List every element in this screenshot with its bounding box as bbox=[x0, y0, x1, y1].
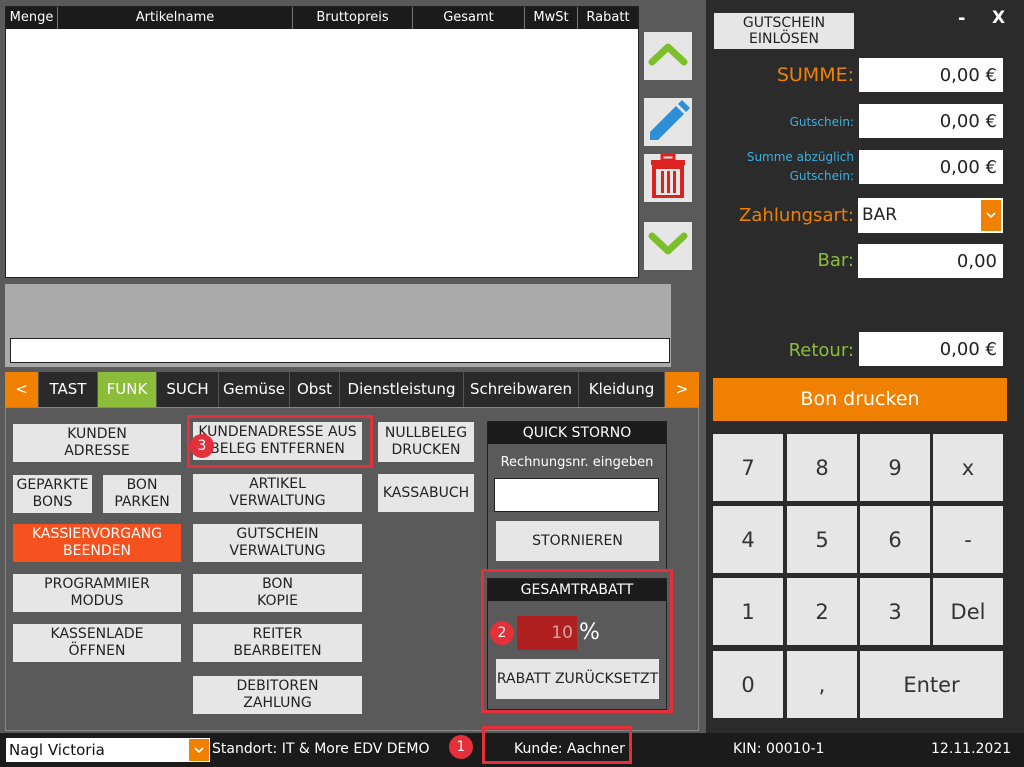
numpad-7[interactable]: 7 bbox=[713, 434, 783, 501]
badge-3: 3 bbox=[190, 434, 214, 458]
col-artikelname[interactable]: Artikelname bbox=[58, 7, 293, 29]
table-header: Menge Artikelname Bruttopreis Gesamt MwS… bbox=[6, 7, 638, 29]
category-tabbar: < TAST FUNK SUCH Gemüse Obst Dienstleist… bbox=[5, 372, 699, 407]
bon-drucken-button[interactable]: Bon drucken bbox=[713, 378, 1007, 421]
artikel-verwaltung-button[interactable]: ARTIKEL VERWALTUNG bbox=[193, 474, 362, 512]
close-button[interactable]: X bbox=[992, 8, 1005, 28]
gesamtrabatt-title: GESAMTRABATT bbox=[488, 579, 666, 601]
retour-value: 0,00 € bbox=[859, 332, 1003, 366]
tab-prev-button[interactable]: < bbox=[5, 372, 39, 407]
numpad-8[interactable]: 8 bbox=[787, 434, 857, 501]
geparkte-bons-button[interactable]: GEPARKTE BONS bbox=[13, 475, 92, 513]
kundenadresse-entfernen-button[interactable]: KUNDENADRESSE AUS BELEG ENTFERNEN bbox=[193, 422, 362, 460]
trash-icon bbox=[648, 153, 688, 202]
numpad-5[interactable]: 5 bbox=[787, 506, 857, 573]
rabatt-zuruecksetzen-button[interactable]: RABATT ZURÜCKSETZT bbox=[496, 659, 659, 699]
chevron-down-icon[interactable] bbox=[189, 739, 209, 761]
tab-dienstleistung[interactable]: Dienstleistung bbox=[340, 372, 464, 407]
kassenlade-oeffnen-button[interactable]: KASSENLADE ÖFFNEN bbox=[13, 624, 181, 662]
kassiervorgang-beenden-button[interactable]: KASSIERVORGANG BEENDEN bbox=[13, 524, 181, 562]
reiter-bearbeiten-button[interactable]: REITER BEARBEITEN bbox=[193, 624, 362, 662]
summe-abzueglich-value: 0,00 € bbox=[859, 150, 1003, 184]
bar-label: Bar: bbox=[817, 250, 854, 271]
gutschein-einloesen-button[interactable]: GUTSCHEIN EINLÖSEN bbox=[714, 13, 854, 49]
delete-button[interactable] bbox=[644, 153, 692, 202]
bon-kopie-button[interactable]: BON KOPIE bbox=[193, 574, 362, 612]
gutschein-label: Gutschein: bbox=[789, 115, 854, 129]
summe-abzueglich-label: Summe abzüglich Gutschein: bbox=[746, 150, 854, 183]
col-menge[interactable]: Menge bbox=[6, 7, 58, 29]
tab-schreibwaren[interactable]: Schreibwaren bbox=[464, 372, 579, 407]
numpad-9[interactable]: 9 bbox=[860, 434, 930, 501]
chevron-up-icon bbox=[648, 40, 688, 72]
numpad-multiply[interactable]: x bbox=[933, 434, 1003, 501]
zahlungsart-label: Zahlungsart: bbox=[739, 205, 854, 226]
tab-kleidung[interactable]: Kleidung bbox=[579, 372, 665, 407]
date-text: 12.11.2021 bbox=[931, 741, 1012, 757]
numpad-3[interactable]: 3 bbox=[860, 578, 930, 645]
retour-label: Retour: bbox=[788, 340, 854, 361]
gutschein-verwaltung-button[interactable]: GUTSCHEIN VERWALTUNG bbox=[193, 524, 362, 562]
chevron-down-icon bbox=[648, 230, 688, 262]
programmier-modus-button[interactable]: PROGRAMMIER MODUS bbox=[13, 574, 181, 612]
gutschein-value: 0,00 € bbox=[859, 104, 1003, 138]
user-name: Nagl Victoria bbox=[9, 741, 105, 759]
tab-such[interactable]: SUCH bbox=[157, 372, 219, 407]
numpad-del[interactable]: Del bbox=[933, 578, 1003, 645]
pencil-icon bbox=[646, 98, 690, 146]
tab-gemuese[interactable]: Gemüse bbox=[219, 372, 290, 407]
rabatt-input[interactable]: 10 bbox=[517, 616, 577, 650]
kunden-adresse-button[interactable]: KUNDEN ADRESSE bbox=[13, 424, 181, 462]
scroll-down-button[interactable] bbox=[644, 222, 692, 270]
rechnungsnr-input[interactable] bbox=[494, 478, 659, 512]
col-mwst[interactable]: MwSt bbox=[525, 7, 578, 29]
badge-1: 1 bbox=[449, 735, 473, 759]
tab-next-button[interactable]: > bbox=[665, 372, 699, 407]
bar-input[interactable]: 0,00 bbox=[858, 244, 1003, 278]
col-rabatt[interactable]: Rabatt bbox=[578, 7, 638, 29]
chevron-down-icon[interactable] bbox=[981, 200, 1001, 231]
col-bruttopreis[interactable]: Bruttopreis bbox=[293, 7, 413, 29]
zahlungsart-value: BAR bbox=[862, 205, 898, 225]
summe-value: 0,00 € bbox=[859, 58, 1003, 92]
barcode-input[interactable] bbox=[10, 338, 670, 363]
rechnungsnr-label: Rechnungsnr. eingeben bbox=[500, 455, 654, 470]
edit-button[interactable] bbox=[644, 98, 692, 146]
standort-text: Standort: IT & More EDV DEMO bbox=[212, 741, 430, 757]
badge-2: 2 bbox=[490, 621, 514, 645]
tab-funk[interactable]: FUNK bbox=[98, 372, 157, 407]
scroll-up-button[interactable] bbox=[644, 32, 692, 80]
numpad-0[interactable]: 0 bbox=[713, 651, 783, 718]
quick-storno-title: QUICK STORNO bbox=[488, 422, 666, 444]
numpad-enter[interactable]: Enter bbox=[860, 651, 1003, 718]
debitoren-zahlung-button[interactable]: DEBITOREN ZAHLUNG bbox=[193, 676, 362, 714]
tab-obst[interactable]: Obst bbox=[290, 372, 340, 407]
numpad-6[interactable]: 6 bbox=[860, 506, 930, 573]
numpad-comma[interactable]: , bbox=[787, 651, 857, 718]
nullbeleg-drucken-button[interactable]: NULLBELEG DRUCKEN bbox=[378, 422, 474, 462]
kin-text: KIN: 00010-1 bbox=[733, 741, 825, 757]
user-select[interactable]: Nagl Victoria bbox=[6, 738, 210, 762]
numpad-2[interactable]: 2 bbox=[787, 578, 857, 645]
article-table[interactable]: Menge Artikelname Bruttopreis Gesamt MwS… bbox=[5, 6, 639, 278]
zahlungsart-select[interactable]: BAR bbox=[858, 198, 1003, 233]
percent-sign: % bbox=[579, 620, 600, 645]
kassabuch-button[interactable]: KASSABUCH bbox=[378, 474, 474, 512]
kunde-text: Kunde: Aachner bbox=[514, 741, 625, 757]
tab-tast[interactable]: TAST bbox=[39, 372, 98, 407]
numpad-1[interactable]: 1 bbox=[713, 578, 783, 645]
col-gesamt[interactable]: Gesamt bbox=[413, 7, 525, 29]
summe-label: SUMME: bbox=[776, 64, 854, 86]
bon-parken-button[interactable]: BON PARKEN bbox=[103, 475, 181, 513]
numpad-minus[interactable]: - bbox=[933, 506, 1003, 573]
minimize-button[interactable]: - bbox=[958, 8, 965, 29]
stornieren-button[interactable]: STORNIEREN bbox=[496, 521, 659, 561]
numpad-4[interactable]: 4 bbox=[713, 506, 783, 573]
